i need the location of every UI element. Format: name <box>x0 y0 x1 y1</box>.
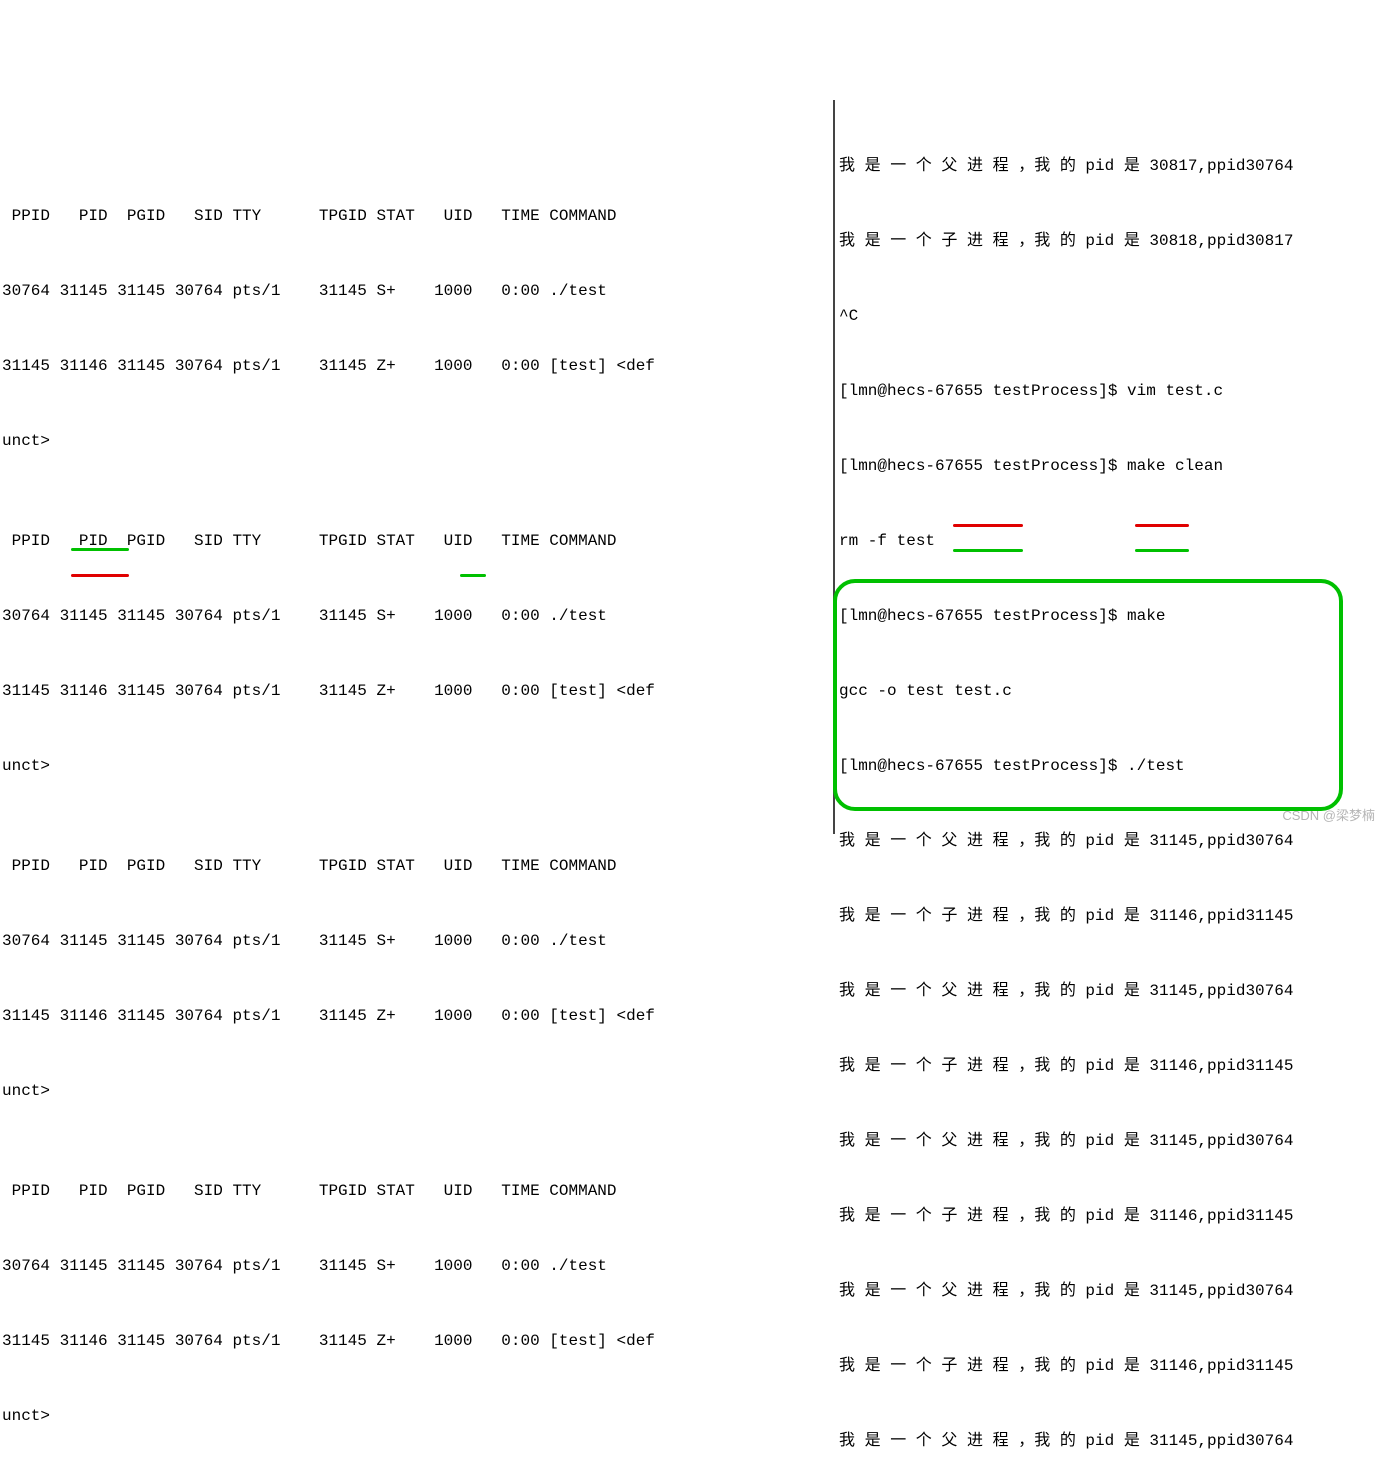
ps-trailer: unct> <box>2 1079 833 1104</box>
output-line: 我 是 一 个 父 进 程 ，我 的 pid 是 30817,ppid30764 <box>839 154 1385 179</box>
output-line: 我 是 一 个 子 进 程 ，我 的 pid 是 31146,ppid31145 <box>839 1054 1385 1079</box>
prompt-line: [lmn@hecs-67655 testProcess]$ make <box>839 604 1385 629</box>
ps-row: 31145 31146 31145 30764 pts/1 31145 Z+ 1… <box>2 1329 833 1354</box>
ps-header: PPID PID PGID SID TTY TPGID STAT UID TIM… <box>2 854 833 879</box>
ps-header: PPID PID PGID SID TTY TPGID STAT UID TIM… <box>2 529 833 554</box>
output-line: 我 是 一 个 父 进 程 ，我 的 pid 是 31145,ppid30764 <box>839 1129 1385 1154</box>
ps-row: 31145 31146 31145 30764 pts/1 31145 Z+ 1… <box>2 679 833 704</box>
ps-row: 30764 31145 31145 30764 pts/1 31145 S+ 1… <box>2 279 833 304</box>
ps-header: PPID PID PGID SID TTY TPGID STAT UID TIM… <box>2 204 833 229</box>
output-line: rm -f test <box>839 529 1385 554</box>
left-terminal-pane[interactable]: PPID PID PGID SID TTY TPGID STAT UID TIM… <box>0 100 835 834</box>
ps-row: 30764 31145 31145 30764 pts/1 31145 S+ 1… <box>2 1254 833 1279</box>
output-line: 我 是 一 个 子 进 程 ，我 的 pid 是 30818,ppid30817 <box>839 229 1385 254</box>
output-line: 我 是 一 个 父 进 程 ，我 的 pid 是 31145,ppid30764 <box>839 1429 1385 1454</box>
prompt-line: [lmn@hecs-67655 testProcess]$ ./test <box>839 754 1385 779</box>
annotation-underline-red <box>1135 524 1189 527</box>
ps-trailer: unct> <box>2 754 833 779</box>
right-terminal-pane[interactable]: 我 是 一 个 父 进 程 ，我 的 pid 是 30817,ppid30764… <box>835 100 1385 834</box>
prompt-line: [lmn@hecs-67655 testProcess]$ vim test.c <box>839 379 1385 404</box>
output-line: 我 是 一 个 父 进 程 ，我 的 pid 是 31145,ppid30764 <box>839 829 1385 854</box>
output-line: 我 是 一 个 子 进 程 ，我 的 pid 是 31146,ppid31145 <box>839 1354 1385 1379</box>
watermark: CSDN @梁梦楠 <box>1282 803 1375 828</box>
output-line: 我 是 一 个 子 进 程 ，我 的 pid 是 31146,ppid31145 <box>839 904 1385 929</box>
output-line: 我 是 一 个 子 进 程 ，我 的 pid 是 31146,ppid31145 <box>839 1204 1385 1229</box>
ps-trailer: unct> <box>2 1404 833 1429</box>
output-line: 我 是 一 个 父 进 程 ，我 的 pid 是 31145,ppid30764 <box>839 979 1385 1004</box>
ps-trailer: unct> <box>2 429 833 454</box>
ps-header: PPID PID PGID SID TTY TPGID STAT UID TIM… <box>2 1179 833 1204</box>
ps-row: 31145 31146 31145 30764 pts/1 31145 Z+ 1… <box>2 354 833 379</box>
output-line: ^C <box>839 304 1385 329</box>
annotation-underline-red <box>953 524 1023 527</box>
output-line: 我 是 一 个 父 进 程 ，我 的 pid 是 31145,ppid30764 <box>839 1279 1385 1304</box>
prompt-line: [lmn@hecs-67655 testProcess]$ make clean <box>839 454 1385 479</box>
output-line: gcc -o test test.c <box>839 679 1385 704</box>
ps-row: 30764 31145 31145 30764 pts/1 31145 S+ 1… <box>2 929 833 954</box>
ps-output: PPID PID PGID SID TTY TPGID STAT UID TIM… <box>2 154 833 1468</box>
ps-row: 30764 31145 31145 30764 pts/1 31145 S+ 1… <box>2 604 833 629</box>
ps-row: 31145 31146 31145 30764 pts/1 31145 Z+ 1… <box>2 1004 833 1029</box>
